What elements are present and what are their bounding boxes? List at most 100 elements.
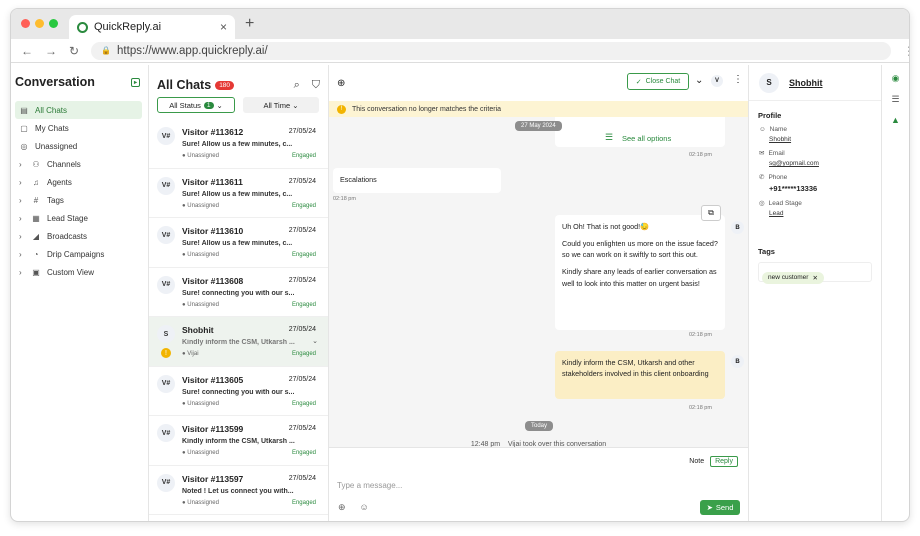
megaphone-icon: ◢ <box>32 231 40 241</box>
channels-icon: ⚇ <box>32 159 40 169</box>
chat-status: Engaged <box>291 153 316 159</box>
message-bubble-outgoing: Uh Oh! That is not good!😓 Could you enli… <box>555 215 725 330</box>
chart-icon: ▦ <box>32 213 40 223</box>
tab-close-icon[interactable]: × <box>220 20 227 34</box>
chat-list-header: All Chats 180 ⌕ ⛉ <box>149 65 328 95</box>
close-icon[interactable]: ✕ <box>812 274 817 282</box>
chat-preview: Sure! Allow us a few minutes, c... <box>182 240 293 247</box>
reload-icon[interactable]: ↻ <box>69 44 79 58</box>
chevron-down-icon[interactable]: ⌄ <box>312 337 318 345</box>
copy-icon[interactable]: ⧉ <box>701 205 721 221</box>
sidebar-title: Conversation <box>15 75 95 89</box>
chat-agent-name: Unassigned <box>187 202 219 209</box>
status-filter-label: All Status <box>169 100 201 110</box>
chat-filters: All Status 1 ⌄ All Time ⌄ <box>149 97 328 113</box>
search-icon[interactable]: ⌕ <box>294 79 300 92</box>
profile-icon[interactable]: ◉ <box>892 73 900 84</box>
note-reply-toggle: Note Reply <box>689 456 738 467</box>
url-input[interactable]: 🔒 https://www.app.quickreply.ai/ <box>91 41 892 60</box>
time-filter-label: All Time <box>263 100 291 110</box>
chat-name: Visitor #113599 <box>182 424 244 434</box>
browser-tab[interactable]: QuickReply.ai × <box>69 15 235 39</box>
chat-agent: ● Unassigned <box>182 153 219 159</box>
sidebar-item-my-chats[interactable]: ▢ My Chats <box>15 119 142 137</box>
profile-section-title: Profile <box>758 111 782 120</box>
browser-menu-icon[interactable]: ⋮ <box>903 44 909 58</box>
chat-date: 27/05/24 <box>288 276 316 284</box>
chat-agent-name: Unassigned <box>187 499 219 506</box>
composer: Note Reply Type a message... ⊕ ☺ ➤ Send <box>329 447 748 521</box>
chat-status: Engaged <box>291 450 316 456</box>
chat-preview: Sure! connecting you with our s... <box>182 289 295 297</box>
close-window-dot[interactable] <box>21 19 30 28</box>
chat-date: 27/05/24 <box>288 227 316 234</box>
chat-row[interactable]: V# Visitor #113611 27/05/24 Sure! Allow us … <box>149 169 328 218</box>
chat-row[interactable]: V# Visitor #113599 27/05/24 Kindly inform t… <box>149 416 328 466</box>
add-icon[interactable]: ⊕ <box>338 502 346 513</box>
see-all-options-button[interactable]: See all options <box>622 134 671 143</box>
date-pill: 27 May 2024 <box>515 121 562 131</box>
view-icon: ▣ <box>32 267 40 277</box>
chevron-down-icon[interactable]: ⌄ <box>695 75 703 86</box>
time-filter-dropdown[interactable]: All Time ⌄ <box>243 97 319 113</box>
filter-icon[interactable]: ⛉ <box>312 79 320 92</box>
chat-row[interactable]: V# Visitor #113610 27/05/24 Sure! Allow us … <box>149 218 328 268</box>
sidebar-item-custom-view[interactable]: › ▣ Custom View <box>15 263 142 281</box>
chat-row[interactable]: V# Visitor #113608 27/05/24 Sure! connectin… <box>149 268 328 317</box>
contact-name-link[interactable]: Shobhit <box>789 78 823 88</box>
new-tab-button[interactable]: + <box>245 15 254 33</box>
agent-avatar[interactable]: V <box>711 75 723 87</box>
sidebar-item-drip-campaigns[interactable]: › ◔ Drip Campaigns <box>15 245 142 263</box>
reply-tab[interactable]: Reply <box>710 456 738 467</box>
chat-row-selected[interactable]: S! Shobhit 27/05/24 Kindly inform the CSM, … <box>149 317 328 367</box>
back-arrow-icon[interactable]: ← <box>21 44 33 58</box>
sidebar-item-label: All Chats <box>35 105 68 115</box>
shopify-icon[interactable]: ▲ <box>891 115 900 125</box>
contact-card-icon[interactable]: ☰ <box>891 94 899 105</box>
tag-icon: # <box>33 195 39 205</box>
status-filter-dropdown[interactable]: All Status 1 ⌄ <box>157 97 235 113</box>
sidebar-item-all-chats[interactable]: ▤ All Chats <box>15 101 142 119</box>
sidebar-item-unassigned[interactable]: ◎ Unassigned <box>15 137 142 155</box>
chat-row[interactable]: V# Visitor #113612 27/05/24 Sure! Allow us … <box>149 119 328 169</box>
chat-preview: Sure! Allow us a few minutes, c... <box>182 141 293 148</box>
sidebar-item-tags[interactable]: › # Tags <box>15 191 142 209</box>
sidebar-item-lead-stage[interactable]: › ▦ Lead Stage <box>15 209 142 227</box>
sidebar-item-broadcasts[interactable]: › ◢ Broadcasts <box>15 227 142 245</box>
avatar: V# <box>157 424 175 442</box>
right-rail: ◉ ☰ ▲ <box>881 65 909 521</box>
chat-agent: ● Unassigned <box>182 450 219 456</box>
chevron-right-icon: › <box>19 213 22 223</box>
tags-box[interactable]: new customer ✕ <box>758 262 872 284</box>
collapse-sidebar-icon[interactable]: ▸ <box>131 77 140 87</box>
sidebar-item-label: Agents <box>47 177 72 187</box>
email-value[interactable]: sg@yopmail.com <box>769 160 881 167</box>
chat-preview: Noted ! Let us connect you with... <box>182 487 294 495</box>
emoji-icon[interactable]: ☺ <box>360 502 369 513</box>
forward-arrow-icon[interactable]: → <box>45 44 57 58</box>
lead-stage-value[interactable]: Lead <box>769 210 881 217</box>
field-label: Name <box>769 126 787 133</box>
chevron-right-icon: › <box>19 249 22 259</box>
minimize-window-dot[interactable] <box>35 19 44 28</box>
more-icon[interactable]: ⋮ <box>733 74 743 85</box>
send-button[interactable]: ➤ Send <box>700 500 740 515</box>
chat-row[interactable]: V# Visitor #113605 27/05/24 Sure! connectin… <box>149 367 328 416</box>
note-tab[interactable]: Note <box>689 458 704 465</box>
close-chat-button[interactable]: ✓ Close Chat <box>627 73 689 90</box>
sidebar-item-agents[interactable]: › ♫ Agents <box>15 173 142 191</box>
chat-name: Visitor #113608 <box>182 275 244 286</box>
maximize-window-dot[interactable] <box>49 19 58 28</box>
message-input[interactable]: Type a message... <box>337 481 402 490</box>
chat-icon: ▢ <box>20 123 28 133</box>
field-label: Phone <box>768 173 788 181</box>
name-value[interactable]: Shobhit <box>769 136 881 143</box>
profile-header: S Shobhit <box>749 65 881 101</box>
chat-row[interactable]: V# Visitor #113597 27/05/24 Noted ! Let us … <box>149 466 328 515</box>
message-bubble-outgoing-note: Kindly inform the CSM, Utkarsh and other… <box>555 351 725 399</box>
avatar: V# <box>157 176 175 195</box>
banner-text: This conversation no longer matches the … <box>352 105 502 113</box>
sidebar-item-channels[interactable]: › ⚇ Channels <box>15 155 142 173</box>
chat-preview: Sure! connecting you with our s... <box>182 388 295 396</box>
tag-chip: new customer ✕ <box>762 271 824 284</box>
